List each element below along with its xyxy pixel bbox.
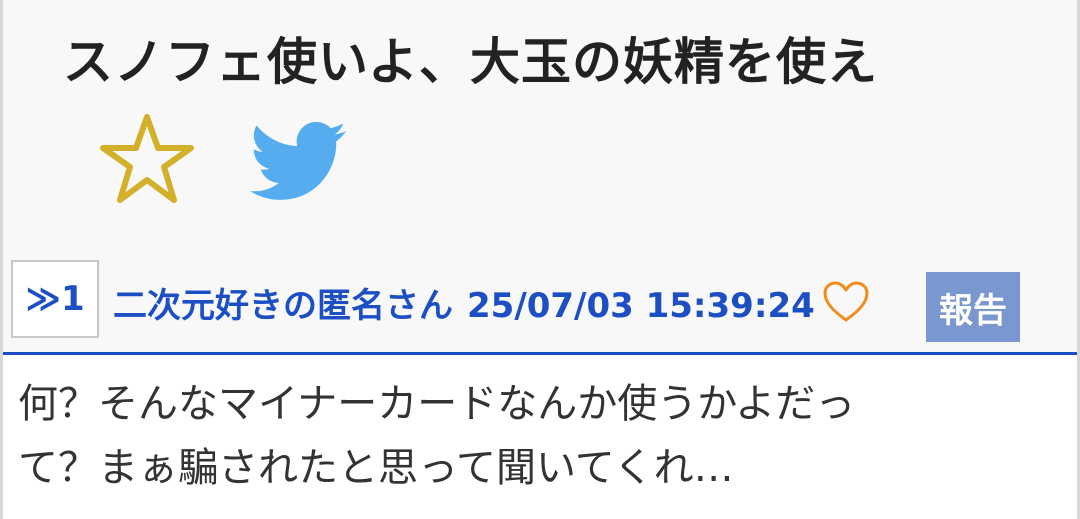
author-name[interactable]: 二次元好きの匿名さん [113,286,453,326]
heart-outline-icon[interactable] [822,280,870,324]
post-datetime: 25/07/03 15:39:24 [467,286,815,326]
twitter-icon[interactable] [246,122,350,200]
thread-title: スノフェ使いよ、大玉の妖精を使え [63,33,878,91]
report-button[interactable]: 報告 [926,272,1020,342]
post-body-line: て？まぁ騙されたと思って聞いてくれ… [18,445,734,491]
post-body-line: 何？そんなマイナーカードなんか使うかよだっ [18,381,856,427]
star-outline-icon[interactable] [98,112,196,206]
post-meta: 二次元好きの匿名さん 25/07/03 15:39:24 [113,278,815,327]
post-divider [3,352,1077,355]
post-body: 何？そんなマイナーカードなんか使うかよだっ て？まぁ騙されたと思って聞いてくれ… [18,372,1068,500]
post-header: ≫1 二次元好きの匿名さん 25/07/03 15:39:24 [3,252,1077,352]
reply-anchor-button[interactable]: ≫1 [11,260,99,338]
